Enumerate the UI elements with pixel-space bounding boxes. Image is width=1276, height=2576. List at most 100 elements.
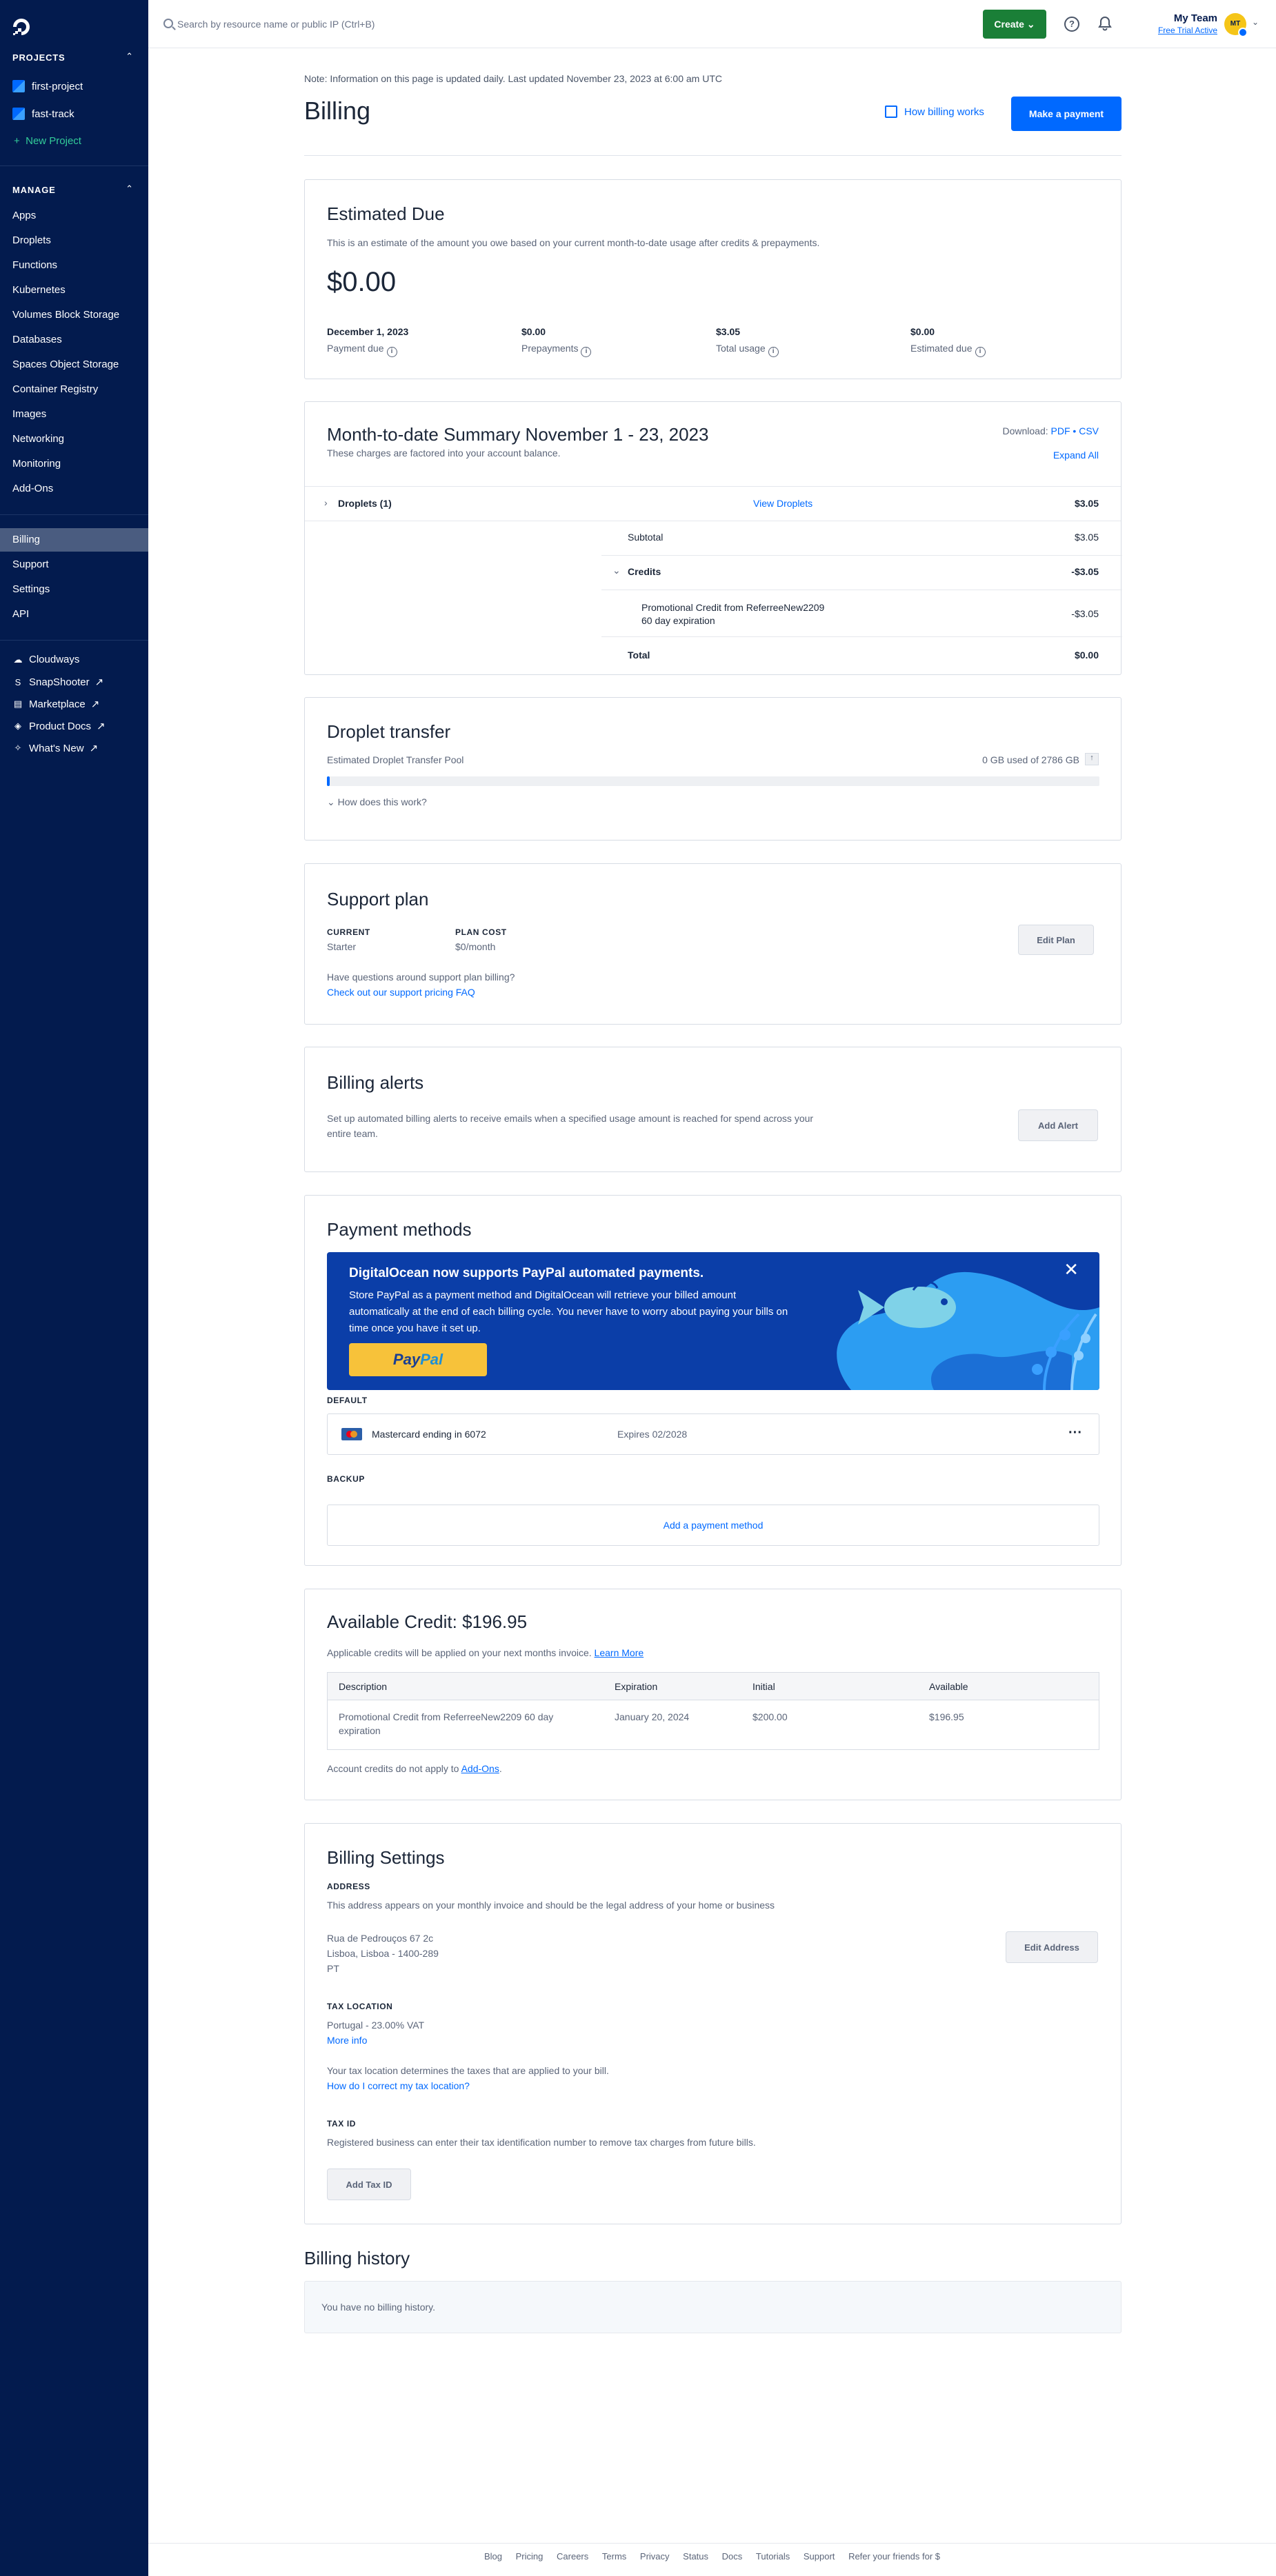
footer: Blog Pricing Careers Terms Privacy Statu… xyxy=(148,2551,1276,2562)
sidebar-item-container-registry[interactable]: Container Registry xyxy=(12,383,98,395)
address-line: Lisboa, Lisboa - 1400-289 xyxy=(327,1948,439,1959)
chevron-up-icon[interactable]: ⌃ xyxy=(126,51,133,62)
support-faq-link[interactable]: Check out our support pricing FAQ xyxy=(327,987,475,998)
sidebar-item-monitoring[interactable]: Monitoring xyxy=(12,458,61,470)
sidebar-divider xyxy=(0,165,148,166)
tax-location-help-link[interactable]: How do I correct my tax location? xyxy=(327,2080,470,2091)
sidebar-item-whats-new[interactable]: ✧ What's New ↗ xyxy=(12,742,99,755)
sidebar-item-functions[interactable]: Functions xyxy=(12,259,57,271)
sidebar-item-networking[interactable]: Networking xyxy=(12,433,64,445)
subtotal-label: Subtotal xyxy=(628,532,664,543)
transfer-pool-label: Estimated Droplet Transfer Pool xyxy=(327,754,464,765)
avatar-badge xyxy=(1238,28,1248,37)
chevron-down-icon[interactable]: ⌄ xyxy=(1252,17,1259,27)
footer-link-tutorials[interactable]: Tutorials xyxy=(756,2551,790,2562)
sidebar-project-fast-track[interactable]: fast-track xyxy=(12,108,74,120)
learn-more-link[interactable]: Learn More xyxy=(595,1647,644,1658)
payment-due-label: Payment due i xyxy=(327,343,397,357)
chevron-right-icon[interactable]: › xyxy=(324,497,328,508)
info-icon[interactable]: i xyxy=(975,347,986,357)
footer-link-pricing[interactable]: Pricing xyxy=(516,2551,544,2562)
add-tax-id-button[interactable]: Add Tax ID xyxy=(327,2169,411,2200)
credit-description-line2: expiration xyxy=(339,1725,381,1736)
more-options-icon[interactable]: ··· xyxy=(1068,1425,1082,1441)
sidebar-item-apps[interactable]: Apps xyxy=(12,210,36,221)
snapshot-icon: S xyxy=(14,676,21,687)
footer-link-support[interactable]: Support xyxy=(804,2551,835,2562)
view-droplets-link[interactable]: View Droplets xyxy=(753,498,813,509)
add-ons-link[interactable]: Add-Ons xyxy=(461,1763,499,1774)
help-icon[interactable]: ? xyxy=(1064,17,1079,32)
chevron-down-icon[interactable]: ⌄ xyxy=(612,565,621,576)
digitalocean-logo[interactable] xyxy=(11,17,32,37)
add-payment-method-link[interactable]: Add a payment method xyxy=(328,1520,1099,1531)
page-title: Billing xyxy=(304,97,371,125)
sidebar-item-droplets[interactable]: Droplets xyxy=(12,234,51,246)
chevron-up-icon[interactable]: ⌃ xyxy=(126,183,133,194)
download-pdf-link[interactable]: PDF xyxy=(1051,425,1070,436)
row-divider xyxy=(601,555,1122,556)
tax-id-description: Registered business can enter their tax … xyxy=(327,2137,756,2148)
info-icon[interactable]: i xyxy=(768,347,779,357)
paypal-logo-pal: Pal xyxy=(420,1351,443,1368)
info-icon[interactable]: i xyxy=(386,347,397,357)
download-csv-link[interactable]: CSV xyxy=(1079,425,1099,436)
sidebar-item-product-docs[interactable]: ◈ Product Docs ↗ xyxy=(12,720,106,733)
make-payment-button[interactable]: Make a payment xyxy=(1011,97,1122,131)
footer-link-careers[interactable]: Careers xyxy=(557,2551,588,2562)
prepayments-label: Prepayments i xyxy=(521,343,592,357)
how-does-this-work-toggle[interactable]: ⌄ How does this work? xyxy=(327,796,427,808)
trial-status-link[interactable]: Free Trial Active xyxy=(1135,26,1217,35)
sidebar-item-volumes[interactable]: Volumes Block Storage xyxy=(12,309,119,321)
sidebar-item-support[interactable]: Support xyxy=(12,559,49,570)
info-icon[interactable]: i xyxy=(581,347,592,357)
sidebar-item-spaces[interactable]: Spaces Object Storage xyxy=(12,359,119,370)
sidebar-item-billing[interactable]: Billing xyxy=(12,534,40,545)
how-billing-works-link[interactable]: How billing works xyxy=(885,105,984,118)
droplets-amount: $3.05 xyxy=(1074,498,1099,509)
sidebar-item-marketplace[interactable]: ▤ Marketplace ↗ xyxy=(12,698,100,711)
bell-icon[interactable] xyxy=(1098,16,1112,31)
sidebar-item-kubernetes[interactable]: Kubernetes xyxy=(12,284,66,296)
sidebar-item-settings[interactable]: Settings xyxy=(12,583,50,595)
current-plan-value: Starter xyxy=(327,941,357,952)
external-link-icon: ↗ xyxy=(90,698,100,710)
billing-settings-card: Billing Settings ADDRESS This address ap… xyxy=(304,1823,1122,2224)
backup-label: BACKUP xyxy=(327,1474,365,1484)
more-info-link[interactable]: More info xyxy=(327,2035,367,2046)
sidebar-item-add-ons[interactable]: Add-Ons xyxy=(12,483,53,494)
banner-body: Store PayPal as a payment method and Dig… xyxy=(349,1289,788,1334)
footer-link-refer[interactable]: Refer your friends for $ xyxy=(848,2551,940,2562)
default-label: DEFAULT xyxy=(327,1396,368,1405)
credit-note-text: Applicable credits will be applied on yo… xyxy=(327,1647,592,1658)
footer-link-blog[interactable]: Blog xyxy=(484,2551,502,2562)
create-button[interactable]: Create ⌄ xyxy=(983,10,1046,39)
sidebar-item-cloudways[interactable]: ☁ Cloudways xyxy=(12,654,80,665)
card-title: Billing alerts xyxy=(327,1072,424,1093)
sidebar-item-images[interactable]: Images xyxy=(12,408,46,420)
droplets-row-label[interactable]: Droplets (1) xyxy=(338,498,392,509)
arrow-up-icon[interactable]: ↑ xyxy=(1085,753,1099,765)
credits-label[interactable]: Credits xyxy=(628,566,661,577)
edit-plan-button[interactable]: Edit Plan xyxy=(1018,925,1094,955)
sidebar-item-databases[interactable]: Databases xyxy=(12,334,62,345)
sidebar-project-first-project[interactable]: first-project xyxy=(12,80,83,92)
add-alert-button[interactable]: Add Alert xyxy=(1018,1109,1098,1141)
address-line: PT xyxy=(327,1963,339,1974)
footer-link-terms[interactable]: Terms xyxy=(602,2551,626,2562)
sidebar-item-snapshooter[interactable]: S SnapShooter ↗ xyxy=(12,676,104,689)
close-icon[interactable]: ✕ xyxy=(1064,1259,1079,1280)
edit-address-button[interactable]: Edit Address xyxy=(1006,1931,1098,1963)
expand-all-link[interactable]: Expand All xyxy=(1053,450,1099,461)
paypal-button[interactable]: PayPal xyxy=(349,1343,487,1376)
credit-description-line1: Promotional Credit from ReferreeNew2209 … xyxy=(339,1711,554,1722)
search-input[interactable] xyxy=(177,14,591,34)
sidebar-item-api[interactable]: API xyxy=(12,608,29,620)
team-name[interactable]: My Team xyxy=(1135,12,1217,24)
footer-link-status[interactable]: Status xyxy=(683,2551,708,2562)
footer-link-docs[interactable]: Docs xyxy=(722,2551,743,2562)
footer-link-privacy[interactable]: Privacy xyxy=(640,2551,670,2562)
new-project-link[interactable]: + New Project xyxy=(14,135,81,147)
external-link-icon: ↗ xyxy=(94,676,104,688)
column-header: Expiration xyxy=(615,1681,658,1692)
